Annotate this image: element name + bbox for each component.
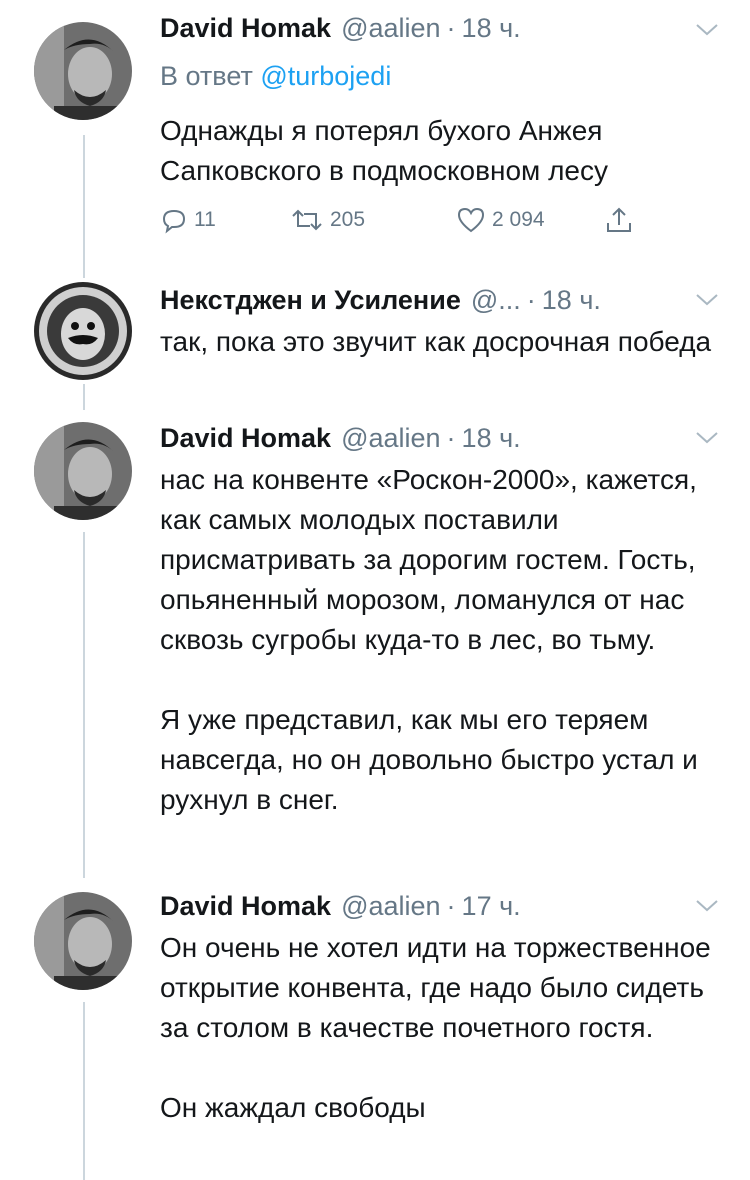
tweet-text: Однажды я потерял бухого Анжея Сапковско…: [160, 111, 730, 191]
avatar[interactable]: [34, 22, 132, 120]
tweet-text: нас на конвенте «Роскон-2000», кажется, …: [160, 460, 730, 820]
separator-dot: ·: [526, 285, 536, 315]
reply-to-link[interactable]: @turbojedi: [260, 61, 391, 91]
avatar[interactable]: [34, 892, 132, 990]
tweet-3[interactable]: David Homak @aalien · 18 ч. нас на конве…: [0, 410, 750, 878]
thread-line: [83, 532, 85, 878]
heart-icon: [457, 207, 485, 233]
reply-context: В ответ @turbojedi: [160, 56, 391, 96]
user-handle[interactable]: @aalien: [341, 418, 440, 458]
tweet-paragraph: Я уже представил, как мы его теряем навс…: [160, 704, 698, 815]
tweet-header: David Homak @aalien · 18 ч.: [160, 418, 521, 458]
tweet-paragraph: Он очень не хотел идти на торжественное …: [160, 932, 711, 1043]
reply-icon: [162, 209, 186, 234]
tweet-paragraph: Однажды я потерял бухого Анжея Сапковско…: [160, 115, 608, 186]
tweet-4[interactable]: David Homak @aalien · 17 ч. Он очень не …: [0, 878, 750, 1180]
like-count: 2 094: [492, 208, 545, 231]
separator-dot: ·: [446, 891, 456, 921]
tweet-text: так, пока это звучит как досрочная побед…: [160, 322, 730, 362]
tweet-text: Он очень не хотел идти на торжественное …: [160, 928, 730, 1128]
timestamp[interactable]: 18 ч.: [462, 8, 521, 48]
retweet-icon: [292, 209, 322, 231]
tweet-header: Некстджен и Усиление @... · 18 ч.: [160, 280, 601, 320]
tweet-header: David Homak @aalien · 18 ч.: [160, 8, 521, 48]
display-name[interactable]: David Homak: [160, 8, 331, 48]
avatar[interactable]: [34, 422, 132, 520]
reply-prefix: В ответ: [160, 61, 253, 91]
tweet-actions: 11 205 2 094: [160, 200, 680, 240]
chevron-down-icon[interactable]: [694, 428, 720, 448]
thread-line: [83, 384, 85, 410]
reply-button[interactable]: 11: [160, 200, 216, 240]
tweet-header: David Homak @aalien · 17 ч.: [160, 886, 521, 926]
tweet-1[interactable]: David Homak @aalien · 18 ч. В ответ @tur…: [0, 0, 750, 270]
thread-line: [83, 1002, 85, 1180]
timestamp[interactable]: 18 ч.: [542, 280, 601, 320]
reply-count: 11: [194, 208, 216, 231]
thread-line: [83, 270, 85, 278]
display-name[interactable]: David Homak: [160, 886, 331, 926]
timestamp[interactable]: 18 ч.: [462, 418, 521, 458]
avatar[interactable]: [34, 282, 132, 380]
display-name[interactable]: David Homak: [160, 418, 331, 458]
separator-dot: ·: [446, 423, 456, 453]
user-handle[interactable]: @aalien: [341, 8, 440, 48]
separator-dot: ·: [446, 13, 456, 43]
user-handle[interactable]: @...: [471, 280, 521, 320]
tweet-paragraph: Он жаждал свободы: [160, 1092, 426, 1123]
timestamp[interactable]: 17 ч.: [462, 886, 521, 926]
user-handle[interactable]: @aalien: [341, 886, 440, 926]
retweet-button[interactable]: 205: [290, 200, 365, 240]
display-name[interactable]: Некстджен и Усиление: [160, 280, 461, 320]
tweet-paragraph: так, пока это звучит как досрочная побед…: [160, 326, 712, 357]
retweet-count: 205: [330, 208, 366, 231]
chevron-down-icon[interactable]: [694, 20, 720, 40]
tweet-paragraph: нас на конвенте «Роскон-2000», кажется, …: [160, 464, 697, 655]
thread-line: [83, 135, 85, 270]
chevron-down-icon[interactable]: [694, 290, 720, 310]
share-button[interactable]: [604, 200, 640, 240]
tweet-2[interactable]: Некстджен и Усиление @... · 18 ч. так, п…: [0, 270, 750, 410]
like-button[interactable]: 2 094: [456, 200, 545, 240]
share-icon: [607, 207, 631, 232]
chevron-down-icon[interactable]: [694, 896, 720, 916]
